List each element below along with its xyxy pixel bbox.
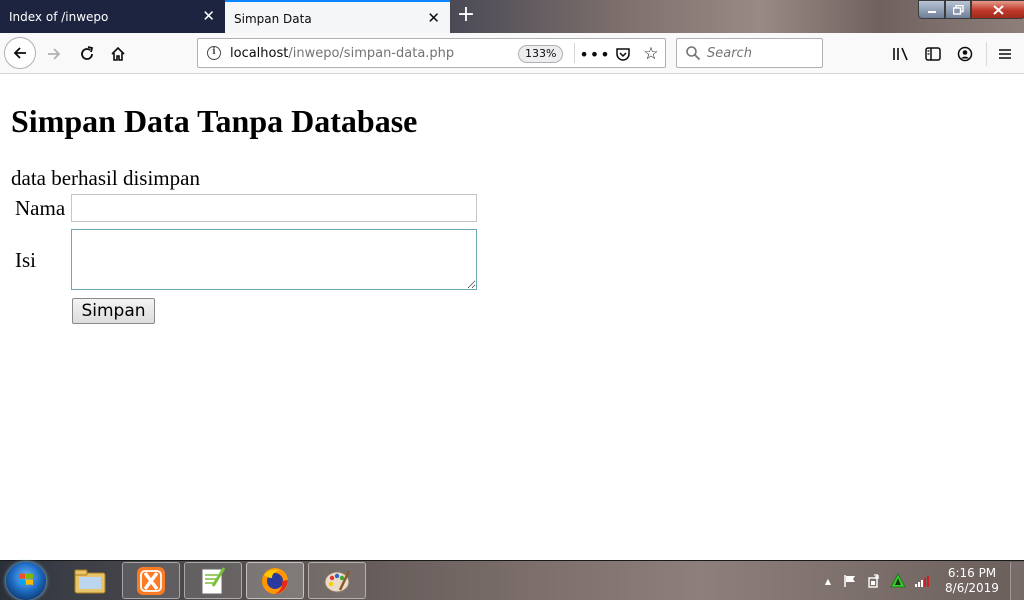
hamburger-menu-icon[interactable] (995, 44, 1015, 64)
minimize-button[interactable] (918, 0, 945, 19)
new-tab-button[interactable]: + (455, 4, 477, 28)
browser-title-bar: Index of /inwepo ✕ Simpan Data ✕ + (0, 0, 1024, 33)
restore-button[interactable] (945, 0, 971, 19)
close-window-button[interactable] (971, 0, 1024, 19)
taskbar-paint[interactable] (308, 562, 366, 599)
nama-label: Nama (15, 196, 66, 220)
search-icon (686, 46, 701, 61)
show-hidden-icons-button[interactable]: ▲ (820, 573, 836, 589)
forward-button[interactable] (40, 40, 68, 68)
window-controls (918, 0, 1024, 19)
reload-icon (81, 46, 94, 60)
url-path: /inwepo/simpan-data.php (288, 46, 455, 61)
close-tab-icon[interactable]: ✕ (427, 11, 440, 26)
library-icon[interactable] (891, 44, 911, 64)
folder-icon (74, 569, 106, 593)
tab-index-of-inwepo[interactable]: Index of /inwepo ✕ (0, 0, 225, 33)
taskbar-explorer[interactable] (66, 562, 114, 599)
sidebar-toggle-icon[interactable] (923, 44, 943, 64)
clock-date: 8/6/2019 (945, 581, 999, 595)
network-signal-icon[interactable] (914, 573, 930, 589)
toolbar-divider (986, 42, 987, 66)
taskbar-xampp[interactable] (122, 562, 180, 599)
windows-taskbar: ▲ 6:16 PM 8/6/2019 (0, 560, 1024, 600)
search-bar[interactable] (676, 38, 823, 68)
power-icon[interactable] (866, 573, 882, 589)
xampp-tray-icon[interactable] (890, 573, 906, 589)
page-content: Simpan Data Tanpa Database data berhasil… (0, 75, 1024, 560)
show-desktop-button[interactable] (1010, 562, 1024, 600)
simpan-button[interactable]: Simpan (72, 298, 155, 324)
taskbar-firefox[interactable] (246, 562, 304, 599)
minimize-icon (927, 10, 936, 13)
tab-title: Simpan Data (234, 12, 312, 26)
paint-palette-icon (324, 569, 351, 592)
xampp-icon (137, 566, 165, 595)
home-icon (111, 46, 125, 61)
start-button[interactable] (6, 562, 46, 600)
back-button[interactable] (4, 37, 36, 69)
close-icon (992, 4, 1004, 15)
tab-simpan-data[interactable]: Simpan Data ✕ (225, 0, 450, 33)
account-icon[interactable] (955, 44, 975, 64)
navigation-toolbar: i localhost/inwepo/simpan-data.php 133% … (0, 33, 1024, 74)
page-title: Simpan Data Tanpa Database (11, 103, 418, 139)
tab-title: Index of /inwepo (9, 10, 109, 24)
pocket-icon[interactable] (612, 43, 634, 65)
bookmark-star-icon[interactable]: ☆ (640, 43, 662, 65)
url-text[interactable]: localhost/inwepo/simpan-data.php (230, 46, 454, 61)
url-host: localhost (230, 46, 289, 61)
search-input[interactable] (707, 44, 817, 62)
url-divider (574, 43, 575, 63)
isi-textarea[interactable] (71, 229, 477, 290)
taskbar-notepad-plus-plus[interactable] (184, 562, 242, 599)
windows-logo-icon (19, 573, 33, 585)
page-actions-more-icon[interactable]: ••• (579, 43, 609, 65)
zoom-level-badge[interactable]: 133% (518, 45, 564, 63)
home-button[interactable] (104, 40, 132, 68)
system-clock[interactable]: 6:16 PM 8/6/2019 (940, 566, 1004, 596)
status-message: data berhasil disimpan (11, 166, 200, 190)
reload-button[interactable] (73, 40, 101, 68)
back-arrow-icon (13, 47, 26, 59)
close-tab-icon[interactable]: ✕ (202, 9, 215, 24)
clock-time: 6:16 PM (947, 566, 997, 580)
action-center-flag-icon[interactable] (842, 573, 858, 589)
firefox-icon (262, 567, 288, 594)
nama-input[interactable] (71, 194, 477, 222)
forward-arrow-icon (48, 48, 61, 60)
notepad-plus-plus-icon (201, 566, 226, 594)
restore-icon (952, 4, 964, 15)
isi-label: Isi (15, 248, 36, 272)
address-bar[interactable]: i localhost/inwepo/simpan-data.php 133% … (197, 38, 666, 68)
page-info-icon[interactable]: i (207, 46, 221, 60)
